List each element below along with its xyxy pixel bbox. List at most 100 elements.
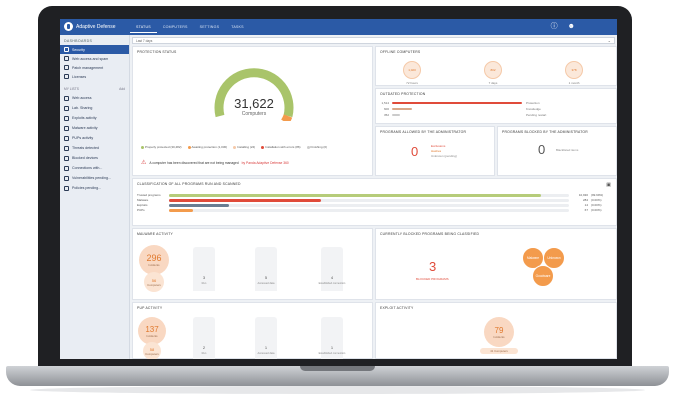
- sidebar-section-dashboards: DASHBOARDS: [64, 39, 93, 43]
- classification-percent: (0.00%): [591, 208, 602, 212]
- row-value: 352: [383, 113, 389, 117]
- activity-count: 1: [264, 345, 268, 350]
- activity-count: 2: [202, 345, 206, 350]
- sidebar-item-list[interactable]: Lab. Sharing: [60, 103, 129, 113]
- outdated-row[interactable]: 352 Pending restart: [376, 113, 546, 117]
- activity-label: Run: [201, 352, 207, 355]
- sidebar-item-licenses[interactable]: Licenses: [60, 72, 129, 81]
- classification-bar: [169, 208, 193, 212]
- malware-total: 296: [146, 253, 162, 263]
- sidebar-item-list[interactable]: Malware activity: [60, 123, 129, 133]
- blocked-programs-count[interactable]: 3: [429, 259, 436, 274]
- offline-72h-label: 72 hours: [406, 81, 418, 85]
- user-icon[interactable]: ☻: [568, 23, 575, 31]
- outdated-row[interactable]: 600 Knowledge: [376, 107, 541, 111]
- classification-row[interactable]: Malware 284 (0.00%): [137, 198, 612, 202]
- pup-computers-bubble[interactable]: 58 Computers: [143, 342, 161, 359]
- row-bar: [392, 108, 412, 110]
- malware-small-sub: Computers: [147, 282, 161, 287]
- exploit-total: 79: [494, 325, 504, 335]
- classification-row[interactable]: Trusted programs 10,930 (99.99%): [137, 193, 612, 197]
- sidebar-item-list[interactable]: Exploits activity: [60, 113, 129, 123]
- sidebar-item-patch-management[interactable]: Patch management: [60, 63, 129, 72]
- top-icons: ⓘ ☻: [551, 23, 575, 31]
- classification-track: [169, 208, 569, 212]
- sidebar-item-list[interactable]: Connections with...: [60, 163, 129, 173]
- classification-label: PUPs: [137, 208, 145, 212]
- allowed-count[interactable]: 0: [411, 144, 418, 159]
- offline-7d-ring[interactable]: 802: [484, 61, 502, 79]
- outdated-row[interactable]: 1,514 Protection: [376, 101, 540, 105]
- unmanaged-alert: ⚠ A computer has been discovered that ar…: [141, 159, 289, 166]
- allowed-unknown[interactable]: Unknown (pending): [431, 154, 457, 158]
- tab-settings[interactable]: SETTINGS: [194, 24, 226, 33]
- card-title: CURRENTLY BLOCKED PROGRAMS BEING CLASSIF…: [380, 232, 480, 236]
- sidebar-item-web-access-spam[interactable]: Web access and spam: [60, 54, 129, 63]
- allowed-exclusions[interactable]: Exclusions: [431, 144, 445, 148]
- tab-tasks[interactable]: TASKS: [225, 24, 250, 33]
- sidebar-item-list[interactable]: Policies pending...: [60, 183, 129, 193]
- exploit-computers-pill[interactable]: 41 Computers: [480, 348, 518, 354]
- activity-count: 3: [202, 275, 206, 280]
- blocked-count[interactable]: 0: [538, 142, 545, 157]
- activity-count: 1: [330, 345, 334, 350]
- activity-label: Established connection: [318, 282, 346, 285]
- date-range-select[interactable]: Last 7 days ⌄: [132, 37, 615, 44]
- add-list-button[interactable]: Add: [119, 87, 125, 91]
- monitor-icon[interactable]: ▣: [606, 182, 611, 188]
- list-icon: [64, 155, 69, 161]
- date-range-value: Last 7 days: [136, 39, 153, 43]
- top-bar: Adaptive Defense STATUS COMPUTERS SETTIN…: [60, 19, 617, 35]
- list-icon: [64, 95, 69, 101]
- allowed-hashes[interactable]: Hashes: [431, 149, 441, 153]
- app-logo[interactable]: Adaptive Defense: [64, 22, 115, 31]
- row-tag: Pending restart: [526, 113, 547, 117]
- offline-1m-ring[interactable]: 378: [565, 61, 583, 79]
- sidebar-item-label: Vulnerabilities pending...: [72, 176, 112, 180]
- exploit-total-sub: Incidents: [493, 334, 505, 339]
- laptop-shadow: [30, 386, 645, 394]
- exploit-incidents-bubble[interactable]: 79 Incidents: [484, 317, 514, 347]
- classification-value: 284: [582, 198, 588, 202]
- malware-total-sub: Incidents: [148, 263, 160, 267]
- help-icon[interactable]: ⓘ: [551, 23, 558, 31]
- classification-row[interactable]: PUPs 67 (0.00%): [137, 208, 612, 212]
- sidebar-item-security[interactable]: Security: [60, 45, 129, 54]
- legend-swatch: [141, 145, 144, 149]
- classification-percent: (0.00%): [591, 198, 602, 202]
- malware-incidents-bubble[interactable]: 296 Incidents: [139, 245, 169, 275]
- sidebar-item-list[interactable]: Web access: [60, 93, 129, 103]
- row-value: 600: [383, 107, 389, 111]
- activity-label: Accessed data: [257, 352, 275, 355]
- activity-label: Run: [201, 282, 207, 285]
- sidebar-item-list[interactable]: PUPs activity: [60, 133, 129, 143]
- offline-72h-ring[interactable]: 1,020: [403, 61, 421, 79]
- shield-logo-icon: [64, 22, 73, 31]
- sidebar-item-list[interactable]: Threats detected: [60, 143, 129, 153]
- classification-row[interactable]: Exploits 14 (0.00%): [137, 203, 612, 207]
- pup-incidents-bubble[interactable]: 137 Incidents: [138, 317, 166, 345]
- list-icon: [64, 135, 69, 141]
- tab-computers[interactable]: COMPUTERS: [157, 24, 194, 33]
- tab-status[interactable]: STATUS: [130, 24, 157, 33]
- legend-item: Installing (24): [233, 145, 255, 149]
- legend-item: Finishing (0): [306, 145, 327, 149]
- sidebar-item-label: Exploits activity: [72, 116, 97, 120]
- legend-swatch: [233, 145, 237, 149]
- classification-track: [169, 203, 569, 207]
- protected-count: 31,622: [234, 96, 274, 111]
- screen: Adaptive Defense STATUS COMPUTERS SETTIN…: [60, 19, 617, 359]
- legend-item: Properly protected (30,482): [141, 145, 182, 149]
- bubble-goodware[interactable]: Goodware: [532, 265, 554, 287]
- malware-computers-bubble[interactable]: 56 Computers: [144, 272, 164, 292]
- protection-status-card: PROTECTION STATUS 31,622 Computers Prope…: [132, 46, 373, 176]
- blocked-blacklist[interactable]: Blacklisted items: [556, 148, 578, 152]
- row-tag: Protection: [526, 101, 540, 105]
- row-bar: [392, 102, 522, 104]
- sidebar-item-label: Connections with...: [72, 166, 103, 170]
- list-icon: [64, 145, 69, 151]
- alert-text: A computer has been discovered that are …: [149, 160, 239, 165]
- sidebar-item-list[interactable]: Blocked devices: [60, 153, 129, 163]
- alert-link[interactable]: by Panda Adaptive Defense 360: [242, 161, 289, 165]
- sidebar-item-list[interactable]: Vulnerabilities pending...: [60, 173, 129, 183]
